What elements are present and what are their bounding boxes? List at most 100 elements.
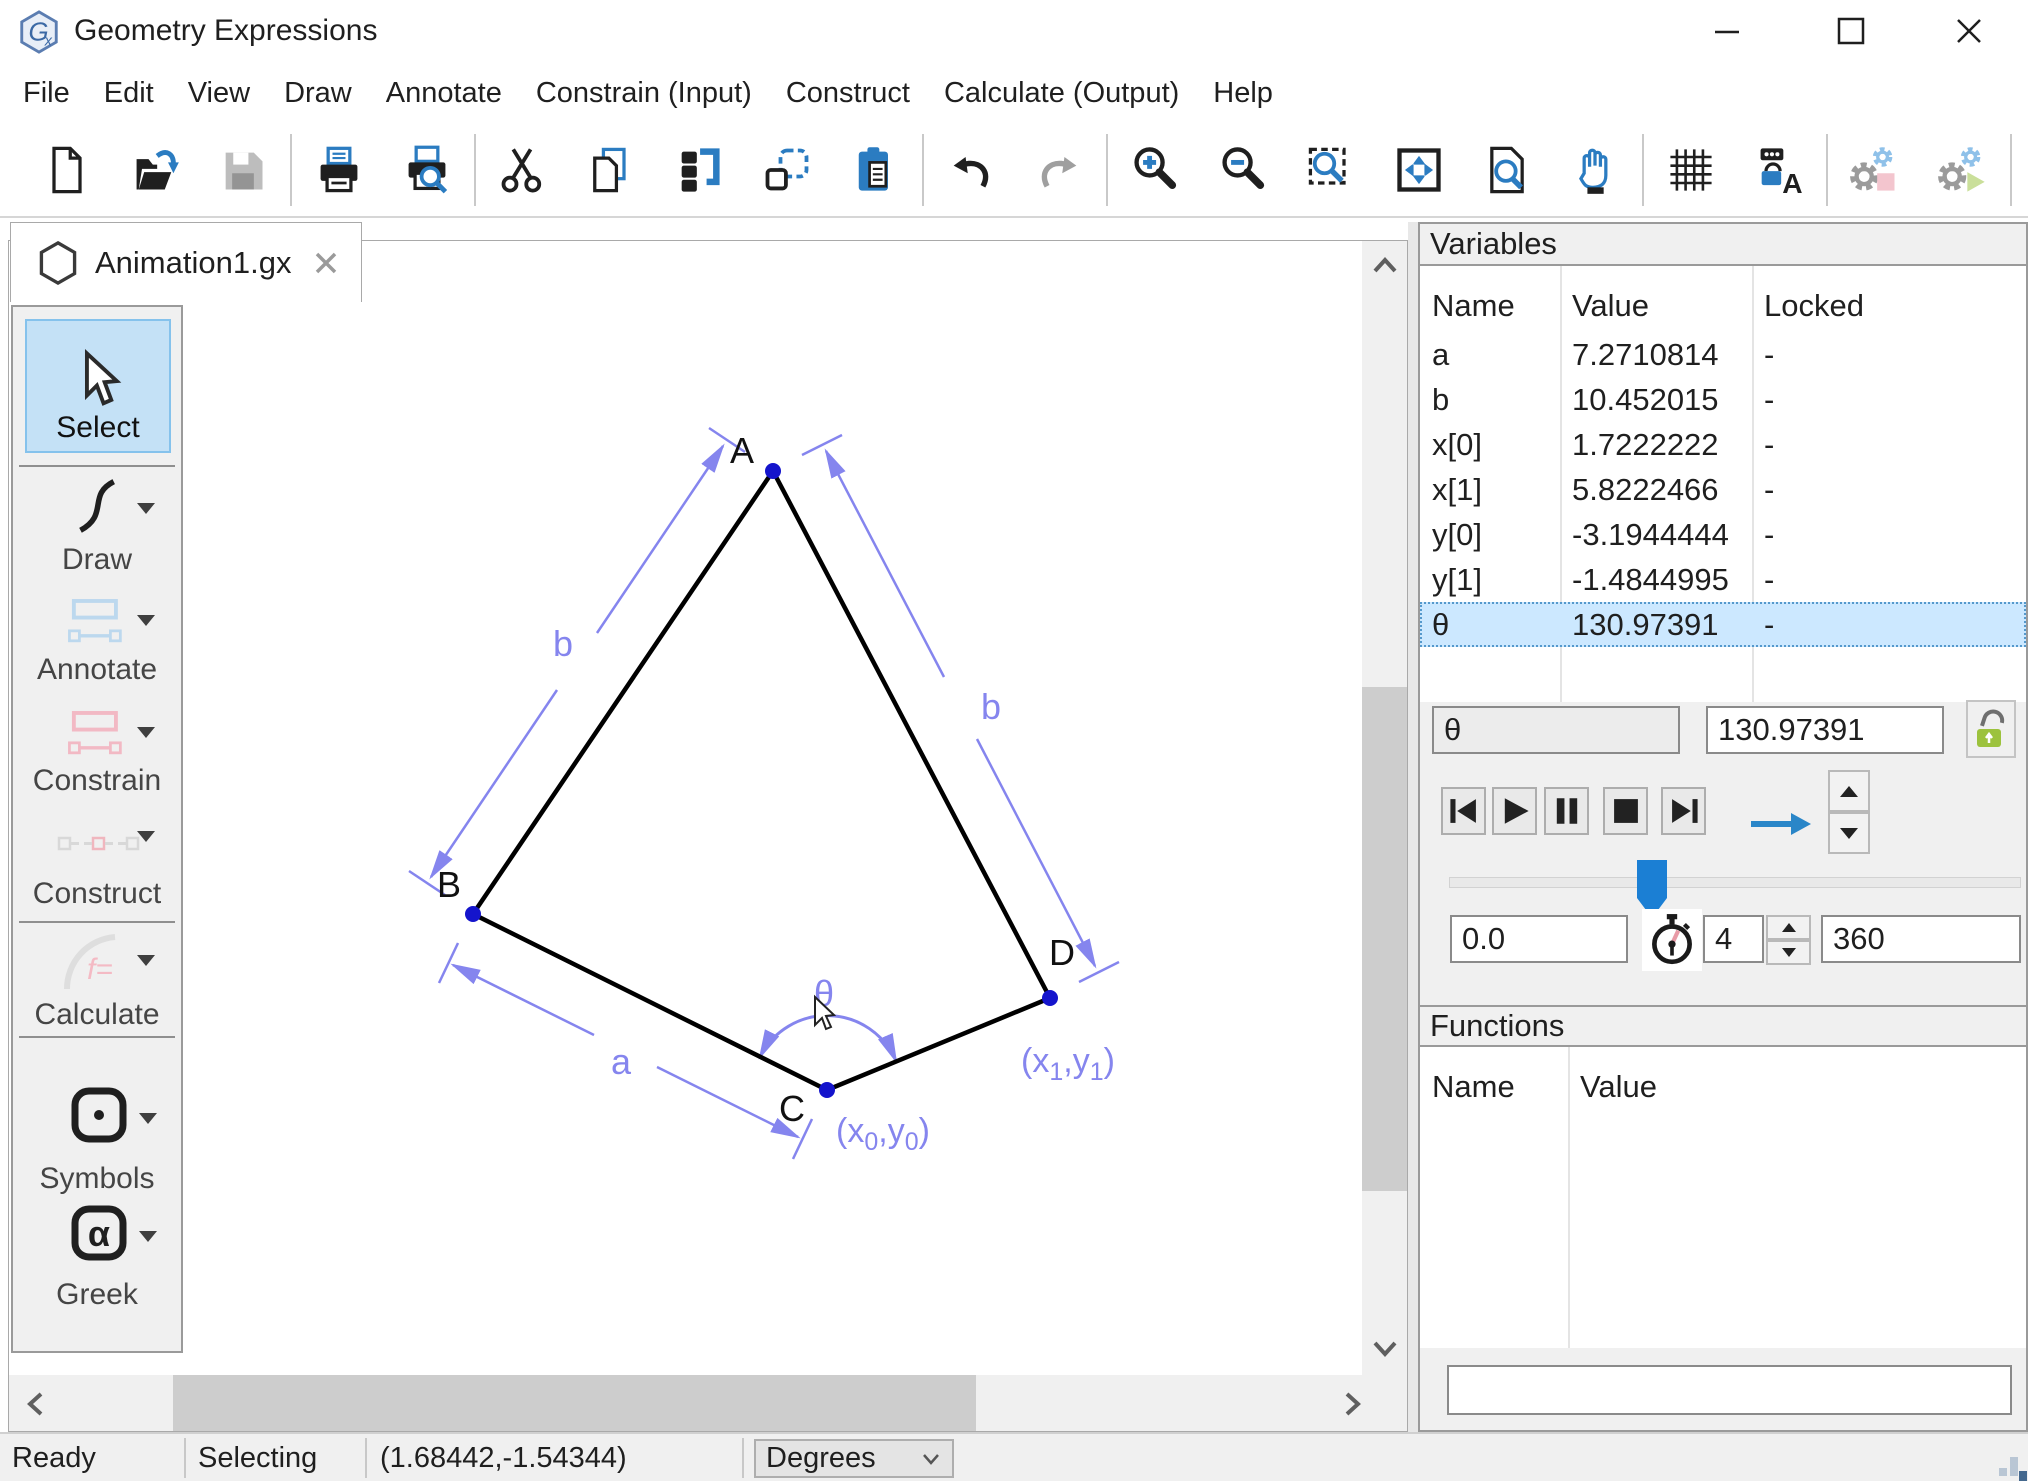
print-preview-icon[interactable] [400,143,454,197]
zoom-selection-icon[interactable] [1304,143,1358,197]
output-settings-icon[interactable] [1848,143,1902,197]
vertical-scrollbar-thumb[interactable] [1362,687,1407,1191]
skip-to-end-button[interactable] [1661,787,1706,835]
functions-table[interactable]: Name Value [1420,1047,2026,1348]
resize-grip[interactable] [2019,1471,2027,1481]
variable-row[interactable]: b 10.452015 - [1420,377,2026,422]
toolbar-separator [1826,134,1828,206]
play-button[interactable] [1492,787,1537,835]
lock-text-icon[interactable]: A [1752,143,1806,197]
horizontal-scrollbar-thumb[interactable] [173,1375,976,1431]
point-d[interactable] [1042,990,1058,1006]
draw-tool[interactable] [65,475,127,537]
variable-row[interactable]: y[0] -3.1944444 - [1420,512,2026,557]
greek-tool[interactable]: α [69,1203,129,1263]
new-icon[interactable] [40,143,94,197]
constrain-dimension-icon [65,709,127,759]
menu-item[interactable]: Calculate (Output) [927,69,1196,118]
menu-item[interactable]: Draw [267,69,369,118]
vertical-scrollbar[interactable] [1362,241,1407,1375]
animation-variable-name: θ [1444,712,1461,748]
scroll-left-icon[interactable] [23,1389,49,1419]
animation-end-input[interactable]: 360 [1821,915,2021,963]
point-c[interactable] [819,1082,835,1098]
menu-item[interactable]: Construct [769,69,927,118]
duration-down-button[interactable] [1766,940,1811,965]
zoom-in-icon[interactable] [1128,143,1182,197]
label-point-c: C [779,1088,805,1129]
constrain-dropdown-icon[interactable] [137,727,155,738]
fit-to-window-icon[interactable] [1392,143,1446,197]
menu-item[interactable]: View [171,69,267,118]
symbols-tool[interactable] [69,1085,129,1145]
symbols-dropdown-icon[interactable] [139,1113,157,1124]
variable-row[interactable]: x[1] 5.8222466 - [1420,467,2026,512]
calculate-dropdown-icon[interactable] [137,955,155,966]
horizontal-scrollbar[interactable] [9,1375,1407,1431]
drawing-canvas[interactable]: A B C D b b a θ (x0,y0) (x1,y1) Select [8,240,1408,1432]
scroll-down-icon[interactable] [1370,1335,1400,1361]
cut-icon[interactable] [496,143,550,197]
open-icon[interactable] [128,143,182,197]
minimize-button[interactable] [1682,0,1772,62]
paste-icon[interactable] [848,143,902,197]
lock-toggle-button[interactable] [1966,700,2016,758]
speed-down-button[interactable] [1828,812,1870,854]
menu-item[interactable]: Edit [87,69,171,118]
print-icon[interactable] [312,143,366,197]
panel-splitter[interactable] [1408,222,1418,1432]
calculate-tool[interactable]: f= [59,929,135,993]
construct-tool[interactable] [57,829,141,859]
animation-value-input[interactable]: 130.97391 [1706,706,1944,754]
document-tab[interactable]: Animation1.gx [10,222,362,302]
variable-row[interactable]: θ 130.97391 - [1420,602,2026,647]
maximize-button[interactable] [1806,0,1896,62]
function-entry-input[interactable] [1447,1365,2012,1415]
variables-table[interactable]: Name Value Locked a 7.2710814 - b 10.452… [1420,266,2026,702]
point-b[interactable] [465,906,481,922]
draw-dropdown-icon[interactable] [137,503,155,514]
menu-item[interactable]: File [6,69,87,118]
toolbar-separator [1642,134,1644,206]
menu-item[interactable]: Annotate [369,69,519,118]
animation-start-input[interactable]: 0.0 [1450,915,1628,963]
quadrilateral[interactable] [473,471,1050,1090]
animation-duration-input[interactable]: 4 [1703,915,1764,963]
redo-icon[interactable] [1032,143,1086,197]
greek-dropdown-icon[interactable] [139,1231,157,1242]
construct-dropdown-icon[interactable] [137,831,155,842]
resize-grip[interactable] [2010,1457,2018,1476]
skip-to-start-button[interactable] [1441,787,1486,835]
menu-item[interactable]: Help [1196,69,1290,118]
paste-special-icon[interactable] [760,143,814,197]
duration-up-button[interactable] [1766,915,1811,940]
copy-icon[interactable] [584,143,638,197]
stop-button[interactable] [1603,787,1648,835]
point-a[interactable] [765,463,781,479]
scroll-right-icon[interactable] [1339,1389,1365,1419]
annotate-tool[interactable] [65,597,127,647]
zoom-page-icon[interactable] [1480,143,1534,197]
resize-grip[interactable] [1999,1468,2007,1476]
units-dropdown[interactable]: Degrees [754,1439,954,1478]
scroll-up-icon[interactable] [1370,253,1400,279]
zoom-out-icon[interactable] [1216,143,1270,197]
animation-slider-track[interactable] [1449,877,2021,888]
undo-icon[interactable] [944,143,998,197]
variable-row[interactable]: x[0] 1.7222222 - [1420,422,2026,467]
variable-row[interactable]: a 7.2710814 - [1420,332,2026,377]
close-button[interactable] [1924,0,2014,62]
save-icon[interactable] [216,143,270,197]
menu-item[interactable]: Constrain (Input) [519,69,769,118]
pan-icon[interactable] [1568,143,1622,197]
pause-button[interactable] [1544,787,1589,835]
constrain-tool[interactable] [65,709,127,759]
animation-settings-icon[interactable] [1936,143,1990,197]
grid-icon[interactable] [1664,143,1718,197]
select-tool[interactable]: Select [25,319,171,453]
annotate-dropdown-icon[interactable] [137,615,155,626]
variable-row[interactable]: y[1] -1.4844995 - [1420,557,2026,602]
tab-close-icon[interactable] [313,250,339,276]
speed-up-button[interactable] [1828,770,1870,812]
copy-drawing-icon[interactable] [672,143,726,197]
